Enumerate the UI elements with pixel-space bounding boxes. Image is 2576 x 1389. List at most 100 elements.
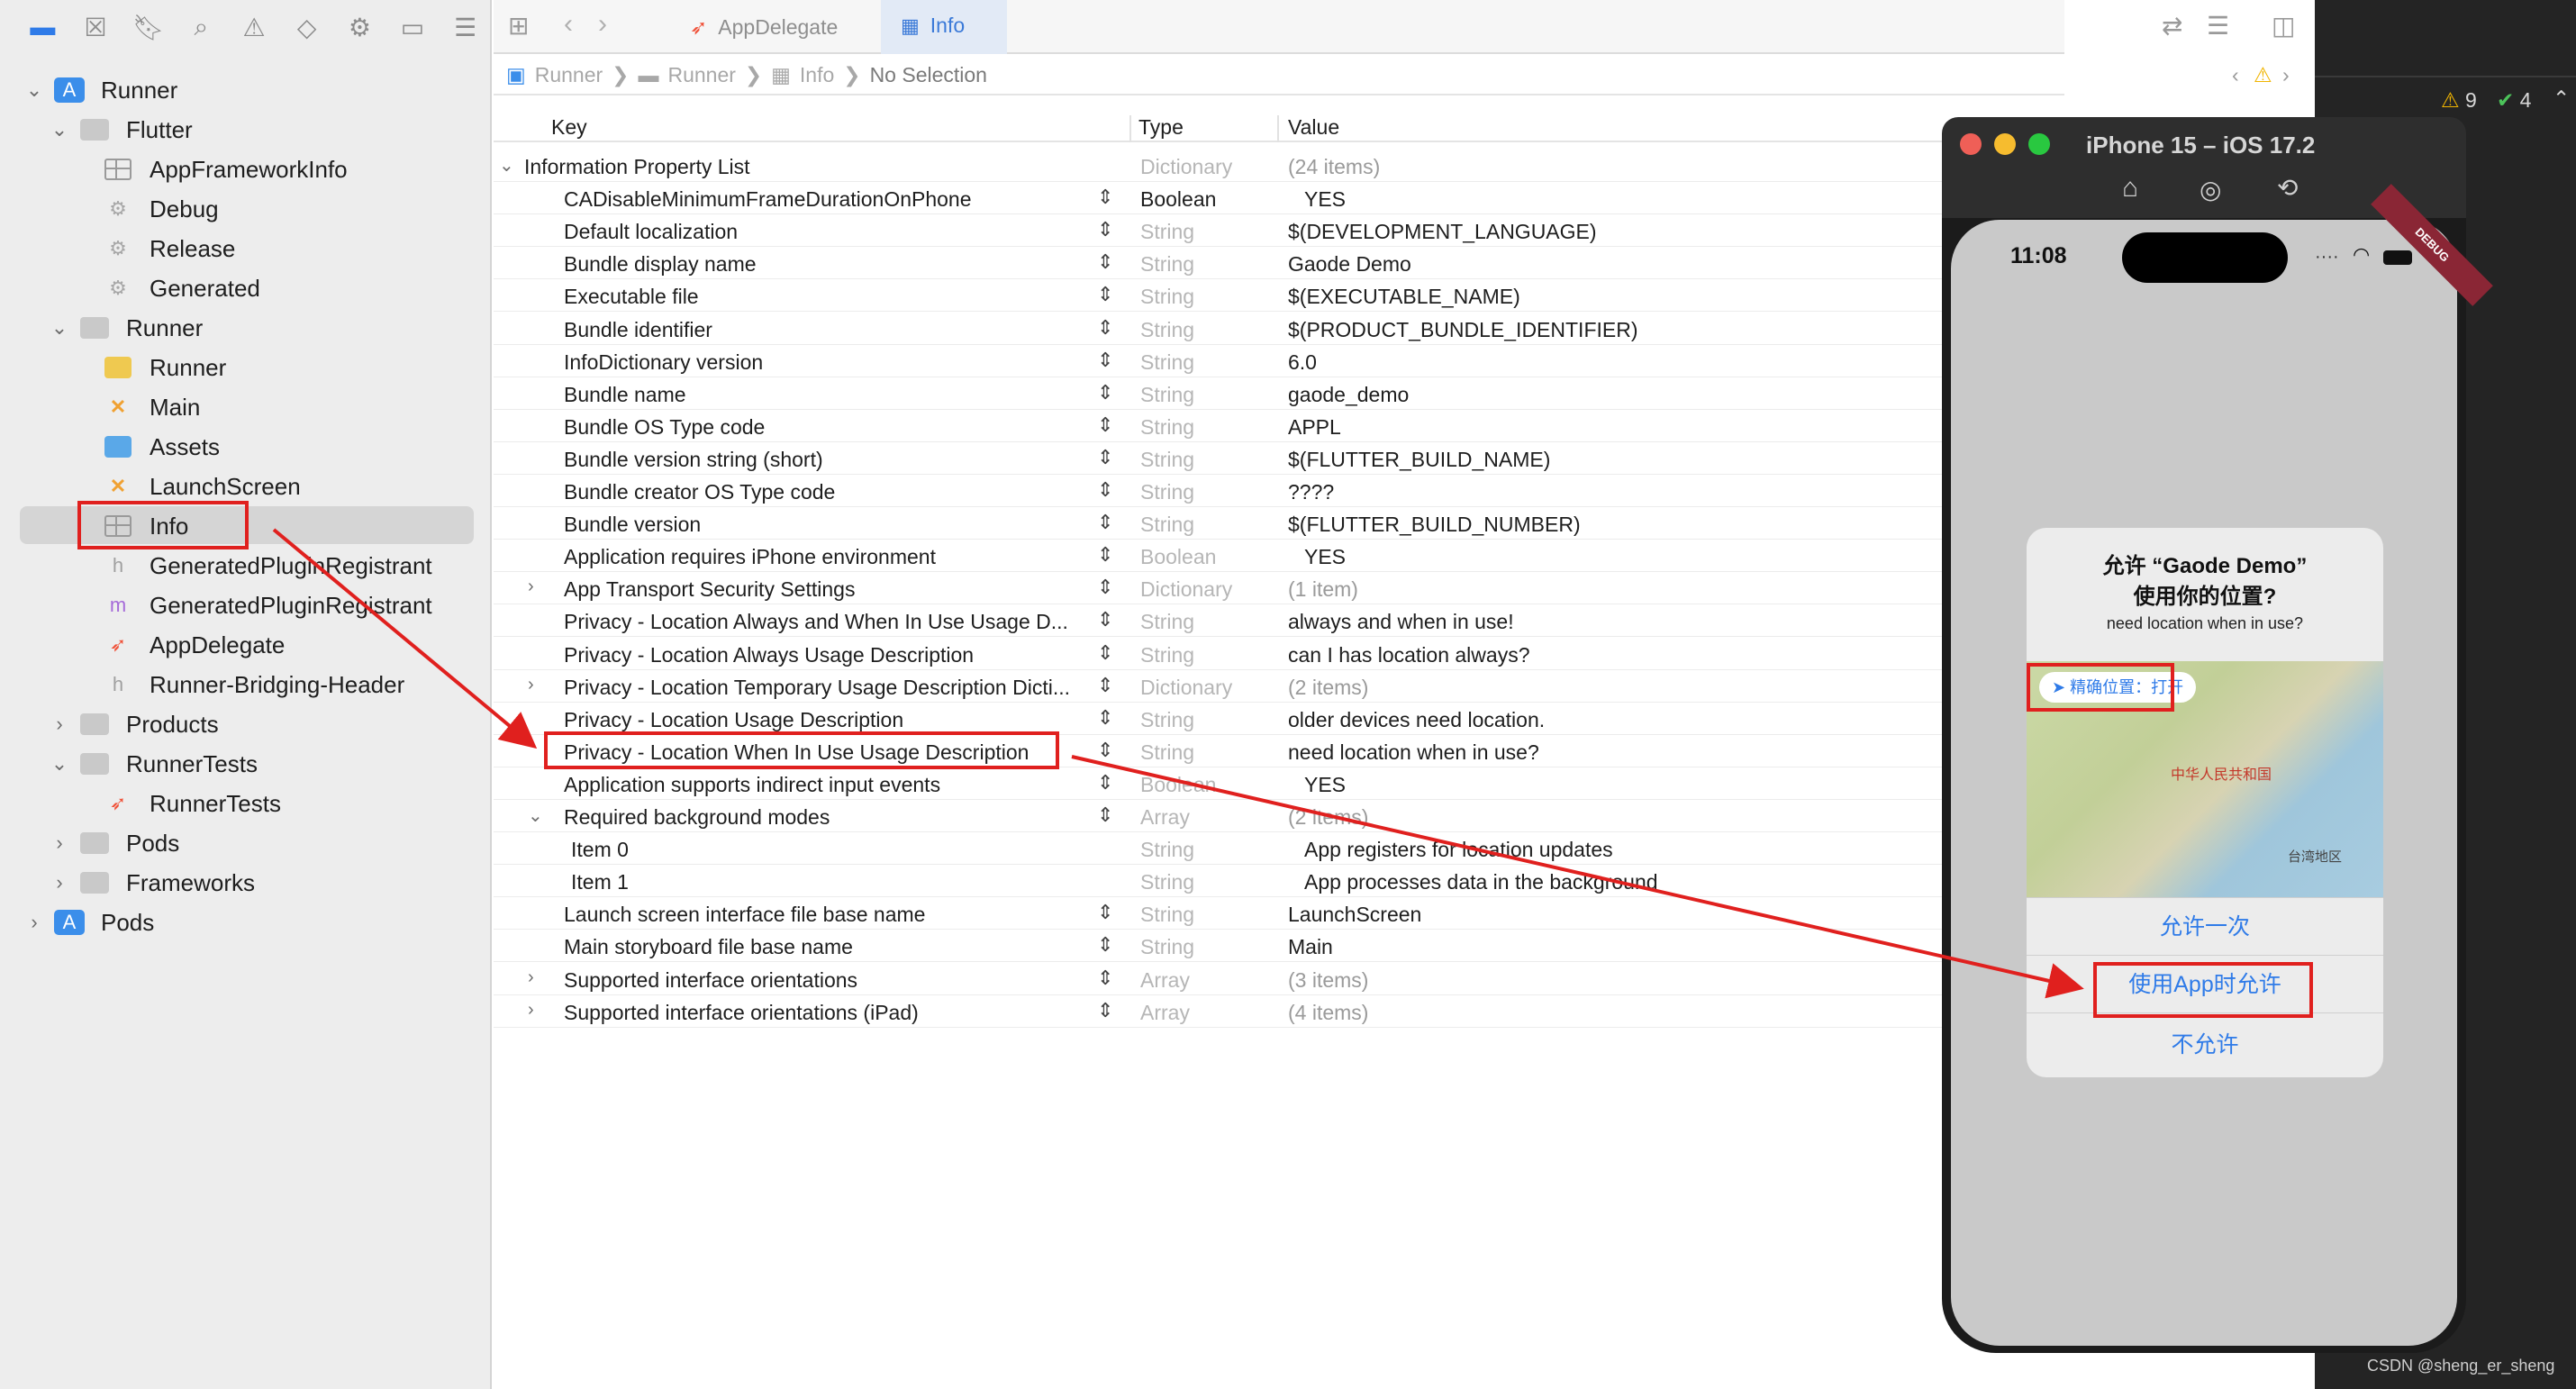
tree-item-generatedpluginregistrant-h[interactable]: h GeneratedPluginRegistrant — [103, 546, 432, 586]
plist-key[interactable]: Bundle version string (short) — [564, 448, 823, 472]
close-button[interactable] — [1960, 133, 1982, 155]
plist-value[interactable]: $(FLUTTER_BUILD_NUMBER) — [1288, 513, 1581, 537]
plist-row[interactable]: Privacy - Location Always Usage Descript… — [494, 638, 2064, 670]
plist-row[interactable]: Privacy - Location Usage Description ⇕ Str… — [494, 703, 2064, 735]
debug-icon[interactable]: ⚙︎ — [333, 0, 386, 54]
plist-row[interactable]: Item 0 String App registers for location u… — [494, 832, 2064, 865]
plist-row[interactable]: CADisableMinimumFrameDurationOnPhone ⇕ Boo… — [494, 182, 2064, 214]
chevron-right-icon[interactable]: › — [528, 576, 534, 597]
tree-item-frameworks[interactable]: › Frameworks — [47, 863, 255, 903]
plist-row[interactable]: › Supported interface orientations ⇕ Array (… — [494, 963, 2064, 995]
plist-row[interactable]: Executable file ⇕ String $(EXECUTABLE_NAME) — [494, 279, 2064, 312]
chevron-right-icon[interactable]: › — [47, 871, 72, 894]
zoom-button[interactable] — [2028, 133, 2050, 155]
plist-row[interactable]: Privacy - Location Always and When In Us… — [494, 604, 2064, 637]
plist-row[interactable]: InfoDictionary version ⇕ String 6.0 — [494, 345, 2064, 377]
swap-icon[interactable]: ⇄ — [2162, 11, 2182, 41]
plist-type[interactable]: String — [1140, 610, 1194, 634]
plist-type[interactable]: String — [1140, 708, 1194, 732]
tab-appdelegate[interactable]: ➶ AppDelegate — [663, 0, 879, 54]
chevron-down-icon[interactable]: ⌄ — [47, 752, 72, 776]
type-stepper-icon[interactable]: ⇕ — [1097, 739, 1113, 762]
plist-type[interactable]: String — [1140, 903, 1194, 927]
chevron-right-icon[interactable]: › — [22, 911, 47, 934]
tree-item-runner-project[interactable]: ⌄ A Runner — [22, 70, 178, 110]
plist-key[interactable]: Item 1 — [571, 870, 629, 894]
plist-value[interactable]: APPL — [1288, 415, 1341, 440]
breadcrumb-item[interactable]: Runner — [535, 63, 603, 87]
chevron-right-icon[interactable]: › — [528, 967, 534, 988]
plist-type[interactable]: String — [1140, 220, 1194, 244]
plist-value[interactable]: ???? — [1288, 480, 1334, 504]
plist-key[interactable]: Supported interface orientations — [564, 968, 857, 993]
plist-key[interactable]: App Transport Security Settings — [564, 577, 855, 602]
chevron-right-icon[interactable]: › — [528, 675, 534, 695]
plist-key[interactable]: CADisableMinimumFrameDurationOnPhone — [564, 187, 972, 212]
back-icon[interactable]: ‹ — [564, 9, 573, 40]
plist-type[interactable]: String — [1140, 415, 1194, 440]
type-stepper-icon[interactable]: ⇕ — [1097, 803, 1113, 827]
chevron-right-icon[interactable]: › — [2282, 63, 2290, 87]
allow-once-button[interactable]: 允许一次 — [2027, 897, 2383, 955]
plist-key[interactable]: Bundle creator OS Type code — [564, 480, 835, 504]
type-stepper-icon[interactable]: ⇕ — [1097, 218, 1113, 241]
tree-item-release[interactable]: ⚙ Release — [103, 229, 235, 268]
plist-key[interactable]: Privacy - Location Usage Description — [564, 708, 903, 732]
tree-item-runner-folder[interactable]: ⌄ Runner — [47, 308, 204, 348]
type-stepper-icon[interactable]: ⇕ — [1097, 316, 1113, 340]
plist-value[interactable]: YES — [1304, 773, 1346, 797]
plist-value[interactable]: $(DEVELOPMENT_LANGUAGE) — [1288, 220, 1597, 244]
plist-type[interactable]: Dictionary — [1140, 577, 1232, 602]
plist-type[interactable]: String — [1140, 318, 1194, 342]
plist-row[interactable]: Bundle identifier ⇕ String $(PRODUCT_BUNDLE… — [494, 313, 2064, 345]
plist-type[interactable]: String — [1140, 838, 1194, 862]
tree-item-appframeworkinfo[interactable]: AppFrameworkInfo — [103, 150, 348, 189]
breadcrumb-item[interactable]: Info — [800, 63, 834, 87]
plist-value[interactable]: can I has location always? — [1288, 643, 1530, 667]
plist-type[interactable]: Boolean — [1140, 773, 1216, 797]
plist-row[interactable]: Item 1 String App processes data in the ba… — [494, 865, 2064, 897]
plist-type[interactable]: String — [1140, 480, 1194, 504]
rotate-icon[interactable]: ⟲ — [2277, 173, 2298, 203]
plist-row[interactable]: › App Transport Security Settings ⇕ Diction… — [494, 572, 2064, 604]
plist-value[interactable]: LaunchScreen — [1288, 903, 1421, 927]
report-icon[interactable]: ☰ — [439, 0, 492, 54]
forward-icon[interactable]: › — [598, 9, 607, 40]
chevron-down-icon[interactable]: ⌄ — [47, 118, 72, 141]
plist-value[interactable]: App registers for location updates — [1304, 838, 1613, 862]
type-stepper-icon[interactable]: ⇕ — [1097, 413, 1113, 437]
plist-key[interactable]: Application requires iPhone environment — [564, 545, 936, 569]
plist-row[interactable]: Application requires iPhone environment ⇕… — [494, 540, 2064, 572]
chevron-down-icon[interactable]: ⌄ — [47, 316, 72, 340]
tree-item-generated[interactable]: ⚙ Generated — [103, 268, 260, 308]
warning-count[interactable]: ⚠ 9 — [2441, 88, 2477, 113]
type-stepper-icon[interactable]: ⇕ — [1097, 250, 1113, 274]
plist-key[interactable]: Bundle OS Type code — [564, 415, 765, 440]
plist-value[interactable]: YES — [1304, 545, 1346, 569]
key-column-header[interactable]: Key — [551, 115, 587, 140]
lines-icon[interactable]: ☰ — [2207, 11, 2229, 41]
tree-item-appdelegate[interactable]: ➶ AppDelegate — [103, 625, 286, 665]
plist-type[interactable]: Array — [1140, 1001, 1190, 1025]
plist-key[interactable]: Privacy - Location Always and When In Us… — [564, 610, 1068, 634]
plist-row[interactable]: Launch screen interface file base name ⇕ S… — [494, 897, 2064, 930]
type-stepper-icon[interactable]: ⇕ — [1097, 608, 1113, 631]
plist-key[interactable]: Application supports indirect input even… — [564, 773, 940, 797]
chevron-down-icon[interactable]: ⌄ — [22, 78, 47, 102]
plist-type[interactable]: String — [1140, 513, 1194, 537]
tree-item-pods-folder[interactable]: › Pods — [47, 823, 179, 863]
type-stepper-icon[interactable]: ⇕ — [1097, 933, 1113, 957]
tree-item-main[interactable]: ✕ Main — [103, 387, 201, 427]
plist-value[interactable]: always and when in use! — [1288, 610, 1514, 634]
plist-row[interactable]: Application supports indirect input even… — [494, 767, 2064, 800]
plist-key[interactable]: Main storyboard file base name — [564, 935, 853, 959]
plist-row[interactable]: ⌄ Information Property List Dictionary (24 … — [494, 150, 2064, 182]
plist-row[interactable]: Bundle display name ⇕ String Gaode Demo — [494, 247, 2064, 279]
plist-value[interactable]: Gaode Demo — [1288, 252, 1411, 277]
type-stepper-icon[interactable]: ⇕ — [1097, 706, 1113, 730]
type-stepper-icon[interactable]: ⇕ — [1097, 674, 1113, 697]
type-stepper-icon[interactable]: ⇕ — [1097, 967, 1113, 990]
breadcrumb-item[interactable]: No Selection — [870, 63, 987, 87]
breadcrumb-item[interactable]: Runner — [667, 63, 735, 87]
plist-type[interactable]: Array — [1140, 805, 1190, 830]
